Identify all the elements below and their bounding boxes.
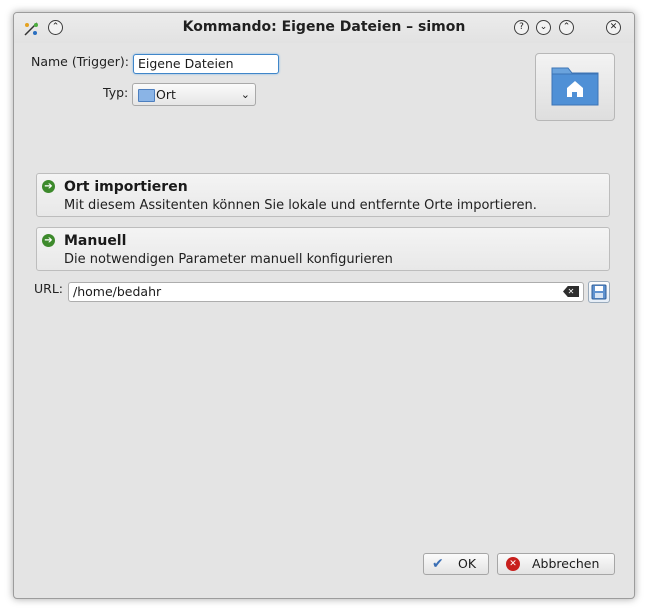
dialog-window: ⌃ Kommando: Eigene Dateien – simon ? ⌄ ⌃… — [13, 12, 635, 599]
arrow-right-icon: ➔ — [42, 180, 55, 193]
cancel-icon: ✕ — [506, 557, 520, 571]
url-label: URL: — [34, 281, 64, 296]
folder-icon — [138, 89, 155, 102]
save-icon — [591, 284, 607, 300]
close-button[interactable]: ✕ — [606, 20, 621, 35]
arrow-right-icon: ➔ — [42, 234, 55, 247]
ok-button[interactable]: ✔ OK — [423, 553, 489, 575]
option-title: Ort importieren — [64, 179, 188, 195]
typ-label: Typ: — [103, 85, 129, 100]
minimize-button[interactable]: ⌄ — [536, 20, 551, 35]
save-url-button[interactable] — [588, 281, 610, 303]
option-description: Die notwendigen Parameter manuell konfig… — [64, 252, 393, 267]
chevron-down-icon: ⌄ — [240, 88, 250, 101]
url-value: /home/bedahr — [73, 284, 162, 299]
option-title: Manuell — [64, 233, 127, 249]
maximize-button[interactable]: ⌃ — [559, 20, 574, 35]
checkmark-icon: ✔ — [432, 556, 444, 572]
cancel-button[interactable]: ✕ Abbrechen — [497, 553, 615, 575]
command-icon-button[interactable] — [535, 53, 615, 121]
option-description: Mit diesem Assitenten können Sie lokale … — [64, 198, 537, 213]
help-button[interactable]: ? — [514, 20, 529, 35]
name-input[interactable]: Eigene Dateien — [133, 54, 279, 74]
folder-home-icon — [551, 67, 599, 106]
title-bar[interactable]: ⌃ Kommando: Eigene Dateien – simon ? ⌄ ⌃… — [14, 13, 634, 43]
url-input[interactable]: /home/bedahr ✕ — [68, 282, 584, 302]
manual-option[interactable]: ➔ Manuell Die notwendigen Parameter manu… — [36, 227, 610, 271]
ok-label: OK — [458, 556, 477, 571]
import-location-option[interactable]: ➔ Ort importieren Mit diesem Assitenten … — [36, 173, 610, 217]
cancel-label: Abbrechen — [532, 556, 600, 571]
name-label: Name (Trigger): — [31, 54, 129, 69]
typ-select[interactable]: Ort ⌄ — [132, 83, 256, 106]
typ-value: Ort — [156, 87, 176, 102]
clear-text-icon[interactable]: ✕ — [563, 286, 579, 297]
